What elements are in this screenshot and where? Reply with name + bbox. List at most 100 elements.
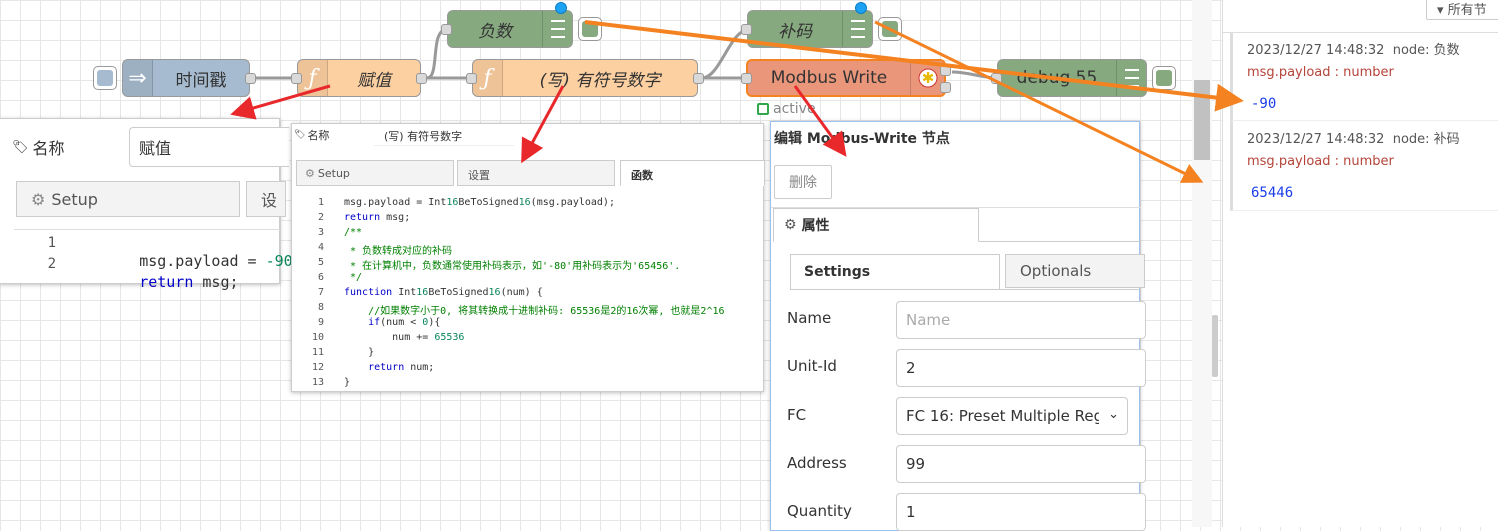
debug-toggle-button[interactable]	[578, 17, 602, 41]
line-number: 10	[311, 332, 324, 343]
chevron-down-icon: ⌄	[1108, 407, 1119, 422]
debug-toggle-button[interactable]	[878, 17, 902, 41]
debug-list-icon	[542, 11, 572, 47]
input-port[interactable]	[741, 73, 752, 84]
sidebar-splitter[interactable]	[1212, 315, 1218, 377]
timestamp-inject-node[interactable]: ⇒ 时间戳	[93, 59, 256, 97]
canvas-scrollbar[interactable]	[1192, 0, 1212, 527]
modbus-gear-icon: ✱	[910, 61, 944, 95]
debug-55-node[interactable]: debug 55	[991, 59, 1176, 97]
code-line: return msg;	[344, 212, 411, 223]
output-port[interactable]	[245, 73, 256, 84]
changed-indicator-icon	[855, 2, 867, 14]
divider	[790, 289, 1141, 290]
output-port[interactable]	[416, 73, 427, 84]
modbus-edit-panel: 编辑 Modbus-Write 节点 删除 ⚙ 属性 Settings Optio…	[770, 121, 1146, 531]
input-port[interactable]	[291, 73, 302, 84]
message-value: -90	[1251, 96, 1277, 112]
line-number: 3	[317, 227, 324, 238]
line-number: 8	[317, 302, 324, 313]
divider	[979, 241, 1141, 242]
tab-settings[interactable]: 设	[246, 181, 286, 217]
name-input[interactable]: 赋值	[129, 127, 289, 167]
fc-select[interactable]: FC 16: Preset Multiple Registers ⌄	[896, 397, 1128, 435]
tab-setup[interactable]: ⚙ Setup	[296, 160, 454, 186]
code-editor[interactable]: 1 msg.payload = Int16BeToSigned16(msg.pay…	[294, 194, 764, 392]
filter-icon: ▾	[1437, 3, 1444, 18]
code-line: num += 65536	[344, 332, 465, 343]
output-port-2[interactable]	[940, 82, 951, 93]
line-number: 2	[317, 212, 324, 223]
line-number: 7	[317, 287, 324, 298]
debug-list-icon	[1116, 60, 1146, 96]
code-line: * 负数转成对应的补码	[344, 246, 453, 257]
output-port[interactable]	[693, 73, 704, 84]
line-number: 1	[317, 197, 324, 208]
signed-write-function-node[interactable]: ƒ (写) 有符号数字	[466, 59, 704, 97]
input-port[interactable]	[741, 24, 752, 35]
message-topic: msg.payload : number	[1247, 65, 1394, 80]
svg-text:✱: ✱	[921, 69, 934, 87]
tab-settings[interactable]: 设置	[457, 160, 615, 186]
complement-debug-node[interactable]: 补码	[741, 2, 902, 48]
status-indicator-icon	[757, 103, 769, 115]
tab-settings[interactable]: Settings	[790, 254, 1000, 290]
line-number: 2	[47, 256, 56, 272]
unit-id-input[interactable]: 2	[896, 349, 1146, 387]
input-port[interactable]	[441, 24, 452, 35]
debug-toggle-button[interactable]	[1152, 66, 1176, 90]
status-text: active	[773, 101, 816, 117]
modbus-node-label: Modbus Write	[770, 68, 888, 88]
delete-button[interactable]: 删除	[774, 165, 832, 199]
inject-arrow-icon: ⇒	[123, 60, 153, 96]
code-line: /**	[344, 227, 363, 238]
code-editor[interactable]: 1 msg.payload = -90; 2 return msg;	[14, 229, 305, 291]
output-port-1[interactable]	[940, 65, 951, 76]
address-label: Address	[787, 454, 847, 472]
tag-icon: 🏷	[294, 130, 306, 140]
panel-title: 编辑 Modbus-Write 节点	[774, 131, 950, 147]
tab-optionals[interactable]: Optionals	[1005, 254, 1145, 288]
fc-label: FC	[787, 406, 807, 424]
code-line: return num;	[368, 362, 435, 373]
debug-message: 2023/12/27 14:48:32 node: 补码 msg.payload…	[1230, 121, 1498, 211]
code-line: */	[344, 272, 363, 283]
message-meta: 2023/12/27 14:48:32 node: 补码	[1247, 132, 1460, 147]
timestamp-node-label: 时间戳	[175, 70, 227, 91]
line-number: 12	[311, 362, 324, 373]
gear-icon: ⚙	[305, 167, 315, 180]
tab-function[interactable]: 函数	[620, 160, 765, 186]
signed-write-node-label: (写) 有符号数字	[539, 70, 661, 91]
name-input[interactable]: Name	[896, 301, 1146, 339]
message-topic: msg.payload : number	[1247, 154, 1394, 169]
quantity-input[interactable]: 1	[896, 493, 1146, 531]
line-number: 13	[311, 377, 324, 388]
name-label: 🏷 名称	[294, 129, 330, 142]
debug-list-icon	[842, 11, 872, 47]
address-input[interactable]: 99	[896, 445, 1146, 483]
modbus-write-node[interactable]: Modbus Write ✱	[741, 59, 951, 97]
input-port[interactable]	[991, 73, 1002, 84]
negative-debug-node[interactable]: 负数	[441, 2, 602, 48]
function-edit-panel: 🏷 名称 (写) 有符号数字 ⚙ Setup 设置 函数 1 msg.payload …	[291, 123, 765, 392]
assign-node-label: 赋值	[357, 70, 391, 91]
code-line: }	[344, 347, 375, 358]
line-number: 5	[317, 257, 324, 268]
filter-button[interactable]: ▾ 所有节	[1426, 0, 1498, 20]
debug-55-node-label: debug 55	[1016, 68, 1098, 88]
function-icon: ƒ	[298, 60, 328, 96]
tab-properties[interactable]: ⚙ 属性	[773, 208, 979, 242]
code-line: }	[344, 377, 351, 388]
tab-setup[interactable]: ⚙ Setup	[16, 181, 240, 217]
scrollbar-thumb[interactable]	[1194, 80, 1210, 160]
complement-node-label: 补码	[778, 21, 812, 42]
tag-icon: 🏷	[12, 139, 29, 155]
line-number: 11	[311, 347, 324, 358]
assign-function-node[interactable]: ƒ 赋值	[291, 59, 427, 97]
name-input[interactable]: (写) 有符号数字	[374, 124, 514, 146]
input-port[interactable]	[466, 73, 477, 84]
code-line: function Int16BeToSigned16(num) {	[344, 287, 543, 298]
inject-button[interactable]	[93, 66, 117, 90]
name-label: 🏷 名称	[12, 139, 65, 158]
line-number: 6	[317, 272, 324, 283]
